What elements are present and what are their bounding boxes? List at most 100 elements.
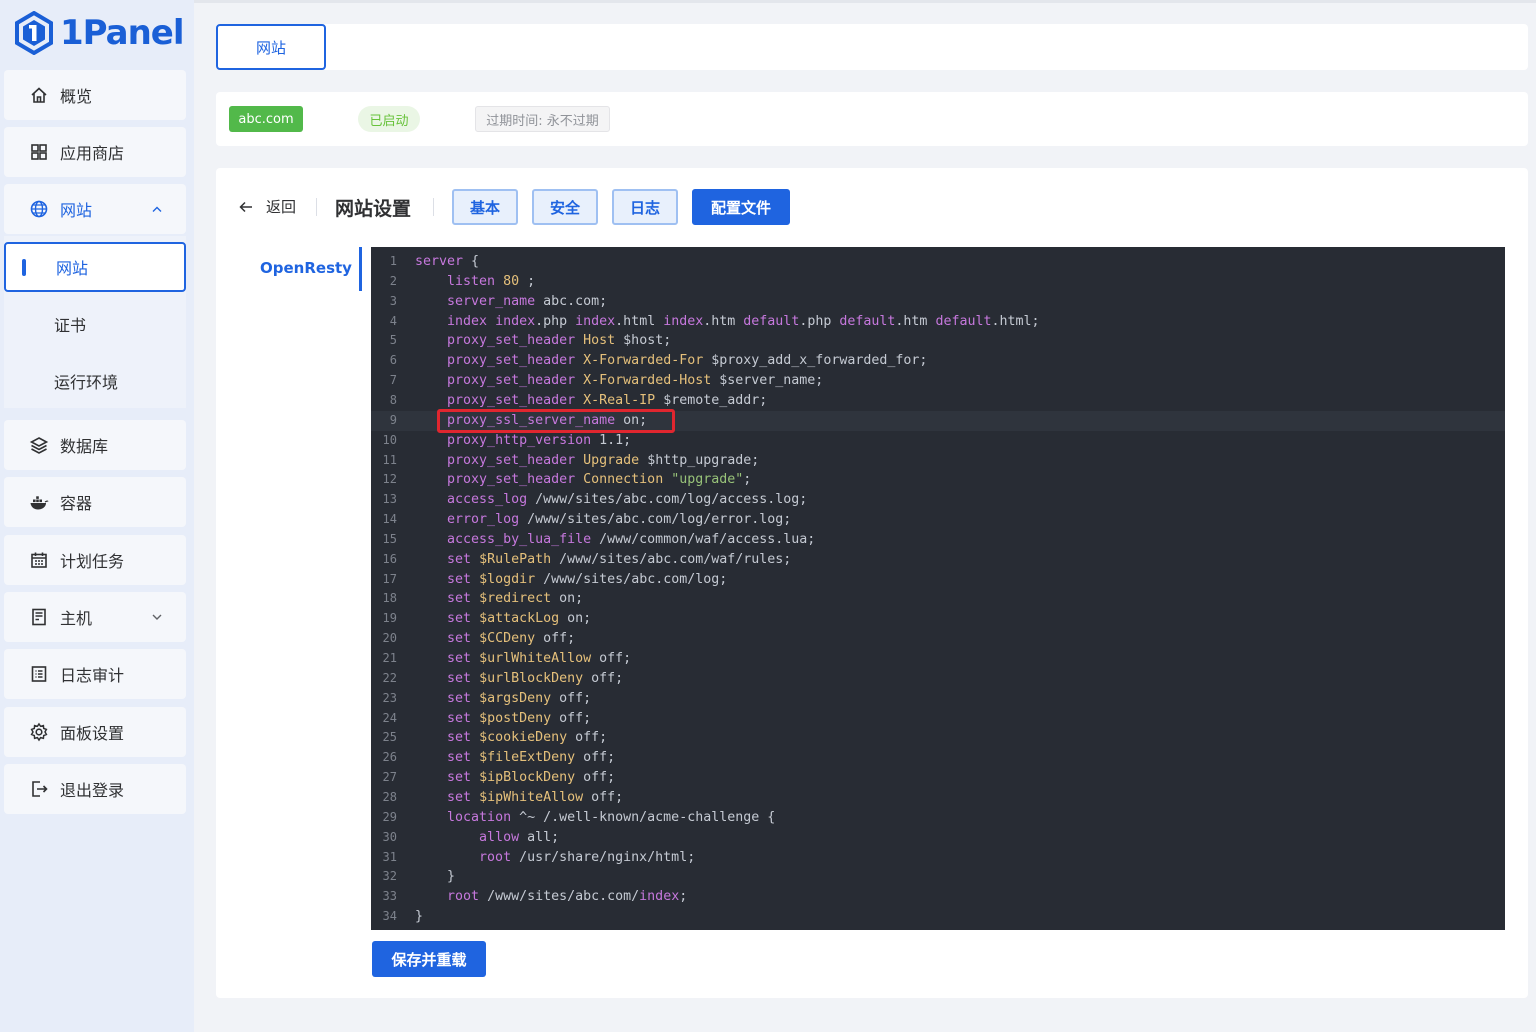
host-icon: [28, 606, 50, 628]
tab-website-label: 网站: [255, 38, 286, 57]
line-number: 26: [382, 750, 397, 765]
sidebar-subitem-runtime[interactable]: 运行环境: [4, 356, 186, 406]
sidebar-item-app-store[interactable]: 应用商店: [4, 127, 186, 177]
code-line[interactable]: 19 set $attackLog on;: [371, 609, 1505, 629]
code-line[interactable]: 17 set $logdir /www/sites/abc.com/log;: [371, 570, 1505, 590]
line-number: 4: [389, 313, 397, 328]
code-line[interactable]: 32 }: [371, 867, 1505, 887]
code-line[interactable]: 20 set $CCDeny off;: [371, 629, 1505, 649]
server-tab-indicator: [359, 247, 362, 291]
code-text: proxy_set_header X-Forwarded-For $proxy_…: [447, 353, 928, 369]
back-label: 返回: [266, 198, 297, 216]
code-line[interactable]: 3 server_name abc.com;: [371, 292, 1505, 312]
app-logo[interactable]: 1Panel: [14, 10, 185, 56]
code-line[interactable]: 30 allow all;: [371, 828, 1505, 848]
line-number: 20: [382, 631, 397, 646]
tab-security[interactable]: 安全: [532, 189, 598, 225]
code-line[interactable]: 8 proxy_set_header X-Real-IP $remote_add…: [371, 391, 1505, 411]
code-line[interactable]: 28 set $ipWhiteAllow off;: [371, 788, 1505, 808]
save-and-reload-button[interactable]: 保存并重载: [372, 941, 486, 977]
code-text: set $ipWhiteAllow off;: [447, 789, 624, 805]
code-text: set $RulePath /www/sites/abc.com/waf/rul…: [447, 551, 792, 567]
code-text: set $CCDeny off;: [447, 631, 576, 647]
tab-basic[interactable]: 基本: [452, 189, 518, 225]
code-line[interactable]: 15 access_by_lua_file /www/common/waf/ac…: [371, 530, 1505, 550]
sidebar-subitem-websites[interactable]: 网站: [4, 242, 186, 292]
sidebar-item-overview[interactable]: 概览: [4, 70, 186, 120]
code-line[interactable]: 12 proxy_set_header Connection "upgrade"…: [371, 470, 1505, 490]
chevron-down-icon[interactable]: [150, 609, 164, 623]
code-text: server {: [415, 254, 480, 269]
code-line[interactable]: 6 proxy_set_header X-Forwarded-For $prox…: [371, 351, 1505, 371]
sidebar-item-panel-settings[interactable]: 面板设置: [4, 707, 186, 757]
grid-icon: [28, 141, 50, 163]
line-number: 15: [382, 531, 397, 546]
code-line[interactable]: 33 root /www/sites/abc.com/index;: [371, 887, 1505, 907]
line-number: 25: [382, 730, 397, 745]
sidebar-item-containers[interactable]: 容器: [4, 477, 186, 527]
line-number: 32: [382, 869, 397, 884]
sidebar-item-log-audit[interactable]: 日志审计: [4, 649, 186, 699]
code-line[interactable]: 29 location ^~ /.well-known/acme-challen…: [371, 808, 1505, 828]
sidebar-item-cron-jobs[interactable]: 计划任务: [4, 535, 186, 585]
line-number: 13: [382, 492, 397, 507]
code-text: set $cookieDeny off;: [447, 730, 608, 746]
code-line[interactable]: 11 proxy_set_header Upgrade $http_upgrad…: [371, 451, 1505, 471]
code-line[interactable]: 14 error_log /www/sites/abc.com/log/erro…: [371, 510, 1505, 530]
tab-website[interactable]: 网站: [216, 24, 326, 70]
back-button[interactable]: 返回: [238, 196, 296, 217]
code-line[interactable]: 31 root /usr/share/nginx/html;: [371, 848, 1505, 868]
code-text: root /usr/share/nginx/html;: [479, 849, 696, 865]
code-line[interactable]: 10 proxy_http_version 1.1;: [371, 431, 1505, 451]
code-text: set $ipBlockDeny off;: [447, 770, 616, 786]
code-line[interactable]: 34}: [371, 907, 1505, 927]
code-line[interactable]: 5 proxy_set_header Host $host;: [371, 331, 1505, 351]
code-line[interactable]: 25 set $cookieDeny off;: [371, 728, 1505, 748]
logo-text: 1Panel: [60, 13, 185, 53]
code-line[interactable]: 21 set $urlWhiteAllow off;: [371, 649, 1505, 669]
line-number: 30: [382, 829, 397, 844]
arrow-left-icon: [239, 201, 252, 212]
logo-hexagon-icon: [15, 11, 53, 55]
code-text: proxy_set_header Upgrade $http_upgrade;: [447, 452, 760, 468]
globe-icon: [28, 198, 50, 220]
code-line[interactable]: 24 set $postDeny off;: [371, 709, 1505, 729]
submenu-label: 网站: [56, 259, 89, 278]
submenu-label: 证书: [54, 316, 87, 335]
code-text: listen 80 ;: [447, 273, 536, 289]
code-line[interactable]: 1 server {: [371, 252, 1505, 272]
code-text: }: [415, 909, 424, 925]
tab-logs[interactable]: 日志: [612, 189, 678, 225]
sidebar-item-websites[interactable]: 网站: [4, 184, 186, 234]
code-line[interactable]: 4 index index.php index.html index.htm d…: [371, 312, 1505, 332]
highlight-box: [437, 409, 675, 433]
line-number: 1: [389, 254, 397, 268]
server-tab-openresty[interactable]: OpenResty: [260, 259, 352, 277]
line-number: 6: [389, 353, 397, 368]
code-line[interactable]: 23 set $argsDeny off;: [371, 689, 1505, 709]
sidebar-item-logout[interactable]: 退出登录: [4, 764, 186, 814]
chevron-up-icon[interactable]: [150, 201, 164, 215]
sidebar-item-label: 概览: [60, 87, 93, 106]
code-line[interactable]: 7 proxy_set_header X-Forwarded-Host $ser…: [371, 371, 1505, 391]
code-line[interactable]: 27 set $ipBlockDeny off;: [371, 768, 1505, 788]
code-text: root /www/sites/abc.com/index;: [447, 889, 688, 905]
code-line[interactable]: 18 set $redirect on;: [371, 589, 1505, 609]
config-code-editor[interactable]: 1 server { 2 listen 80 ; 3 server_name abc.…: [371, 247, 1505, 930]
line-number: 28: [382, 789, 397, 804]
code-text: }: [415, 869, 456, 885]
line-number: 16: [382, 551, 397, 566]
sidebar-subitem-certificates[interactable]: 证书: [4, 299, 186, 349]
code-line[interactable]: 22 set $urlBlockDeny off;: [371, 669, 1505, 689]
sidebar-item-database[interactable]: 数据库: [4, 420, 186, 470]
code-text: set $argsDeny off;: [447, 690, 592, 706]
sidebar-item-host[interactable]: 主机: [4, 592, 186, 642]
code-line[interactable]: 13 access_log /www/sites/abc.com/log/acc…: [371, 490, 1505, 510]
code-line[interactable]: 26 set $fileExtDeny off;: [371, 748, 1505, 768]
code-text: proxy_set_header X-Forwarded-Host $serve…: [447, 373, 824, 389]
code-line[interactable]: 2 listen 80 ;: [371, 272, 1505, 292]
tab-config-file[interactable]: 配置文件: [692, 189, 790, 225]
code-line[interactable]: 16 set $RulePath /www/sites/abc.com/waf/…: [371, 550, 1505, 570]
line-number: 21: [382, 651, 397, 665]
divider: [433, 198, 434, 216]
